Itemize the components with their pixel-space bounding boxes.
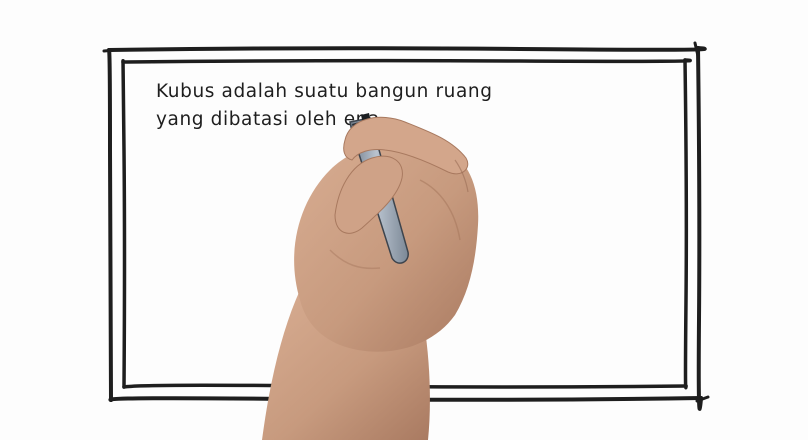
whiteboard-scene: Kubus adalah suatu bangun ruang yang dib… <box>0 0 808 440</box>
hand-holding-marker-icon <box>262 113 479 440</box>
